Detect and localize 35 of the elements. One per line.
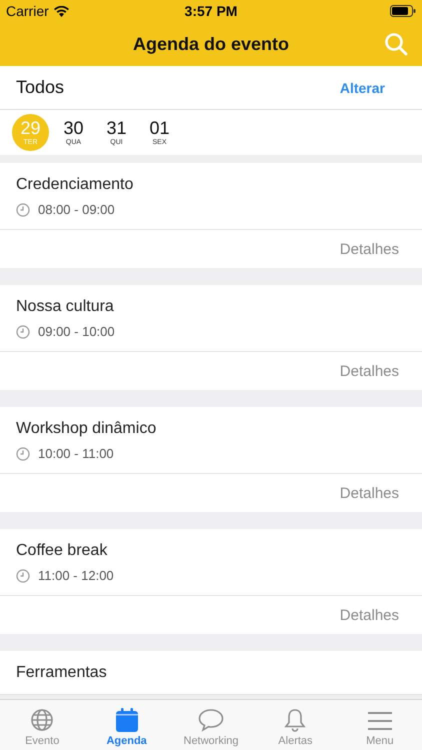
details-link[interactable]: Detalhes (340, 606, 399, 624)
bell-icon (284, 708, 306, 732)
battery-icon (390, 5, 416, 17)
session-title: Nossa cultura (16, 298, 115, 316)
clock-icon (16, 324, 30, 338)
session-title: Ferramentas (16, 664, 108, 682)
tab-item[interactable]: Evento (0, 700, 84, 750)
globe-icon (30, 708, 54, 732)
details-link[interactable]: Detalhes (340, 484, 399, 502)
change-link[interactable]: Alterar (340, 80, 385, 96)
filter-label: Todos (16, 77, 64, 98)
session-title: Credenciamento (16, 176, 134, 194)
clock-icon (16, 568, 30, 582)
session-time: 09:00 - 10:00 (38, 324, 115, 339)
session-time: 11:00 - 12:00 (38, 568, 114, 583)
session-title: Workshop dinâmico (16, 420, 158, 438)
details-link[interactable]: Detalhes (340, 240, 399, 258)
session-title: Coffee break (16, 542, 108, 560)
tab-item[interactable]: Alertas (253, 700, 338, 750)
search-icon[interactable] (384, 32, 408, 56)
tab-item[interactable]: Networking (168, 700, 254, 750)
clock-icon (16, 446, 30, 460)
menu-icon (366, 710, 393, 732)
calendar-icon (116, 708, 138, 732)
status-time: 3:57 PM (184, 3, 238, 19)
session-time: 08:00 - 09:00 (38, 202, 115, 217)
tab-item[interactable]: Menu (338, 700, 422, 750)
clock-icon (16, 202, 30, 216)
session-time: 10:00 - 11:00 (38, 446, 114, 461)
details-link[interactable]: Detalhes (340, 362, 399, 380)
speech-bubble-icon (198, 708, 224, 732)
tab-item[interactable]: Agenda (84, 700, 169, 750)
wifi-icon (54, 6, 69, 16)
carrier-label: Carrier (6, 3, 49, 19)
screen-title: Agenda do evento (132, 34, 289, 54)
